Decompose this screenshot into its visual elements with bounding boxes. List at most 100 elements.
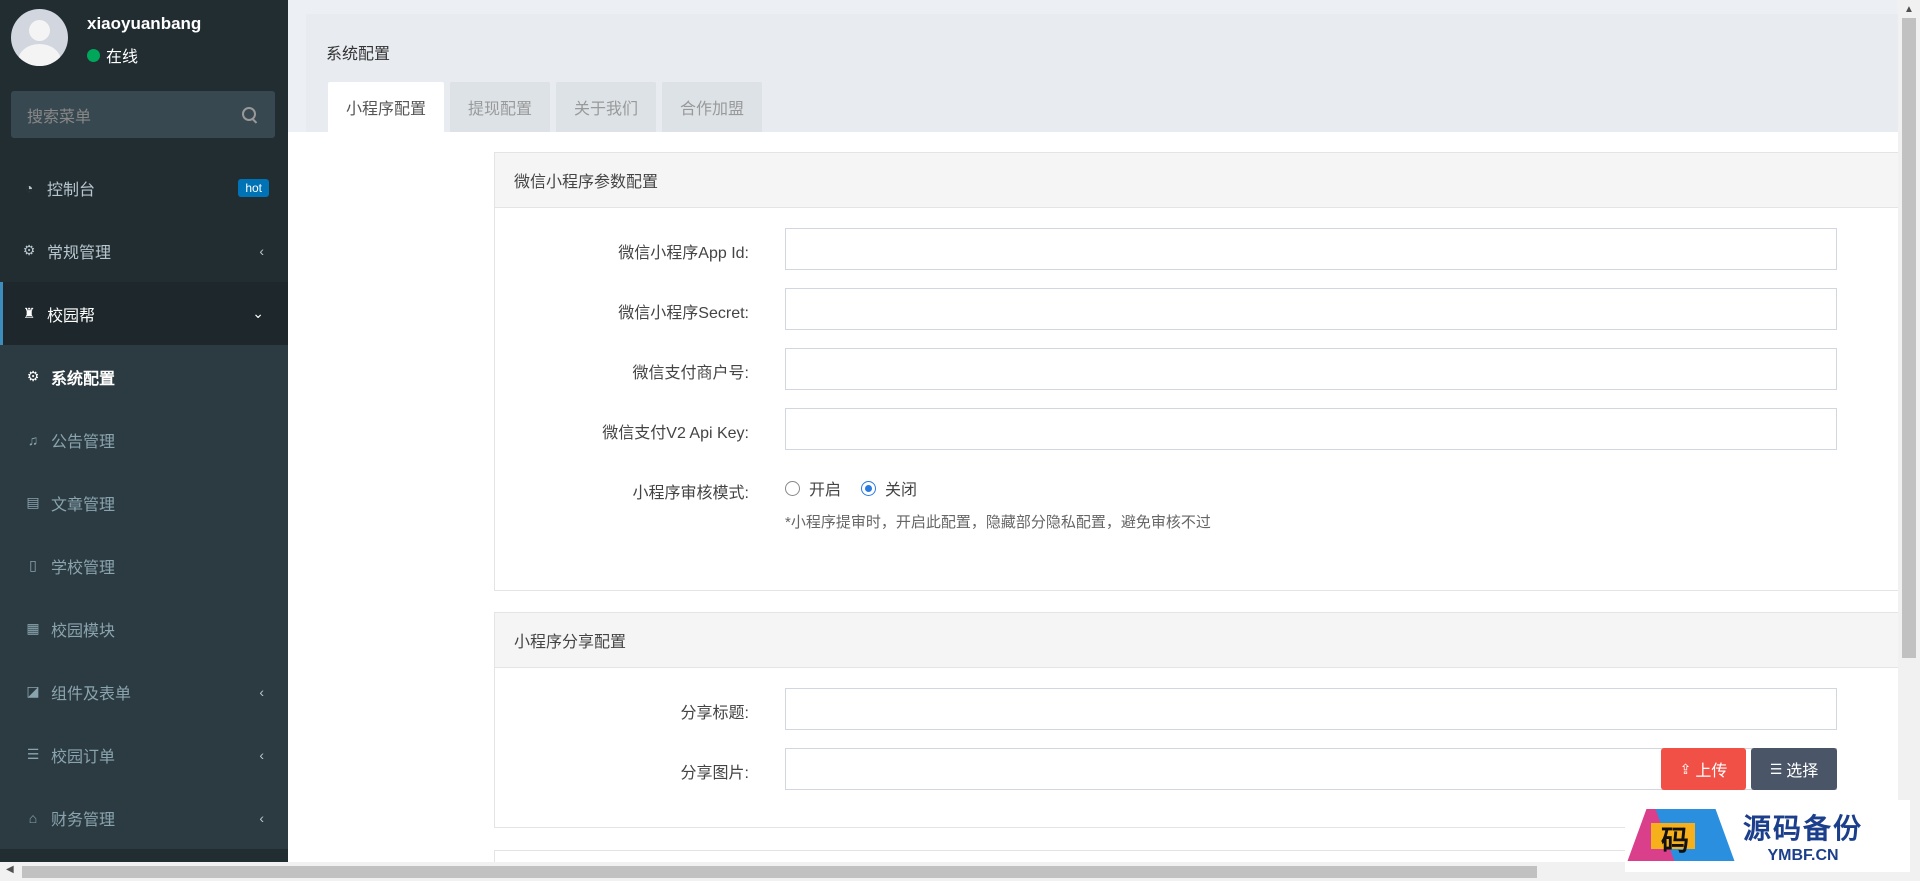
- cogs-icon: ⚙: [26, 368, 40, 384]
- sidebar-item-label: 组件及表单: [51, 685, 132, 703]
- tab-withdraw[interactable]: 提现配置: [450, 82, 551, 132]
- upload-button-label: 上传: [1695, 763, 1728, 780]
- form-row-secret: 微信小程序Secret:: [495, 288, 1915, 330]
- watermark-en: YMBF.CN: [1767, 847, 1839, 864]
- cogs-icon: ⚙: [22, 242, 36, 258]
- mch-id-input[interactable]: [785, 348, 1837, 390]
- sidebar-item-label: 学校管理: [51, 559, 116, 577]
- choose-button-label: 选择: [1786, 763, 1819, 780]
- config-tabs: 小程序配置 提现配置 关于我们 合作加盟: [328, 82, 763, 132]
- sidebar-item-label: 常规管理: [47, 244, 112, 262]
- list-icon: ☰: [1769, 760, 1783, 777]
- sidebar-item-label: 公告管理: [51, 433, 116, 451]
- sidebar-item-campus[interactable]: ♜ 校园帮 ⌄: [0, 282, 288, 345]
- hot-badge: hot: [238, 178, 269, 197]
- campus-icon: ♜: [22, 305, 36, 321]
- watermark-mark-icon: 码: [1625, 801, 1735, 871]
- share-title-label: 分享标题:: [680, 705, 749, 722]
- watermark-logo: 码 源码备份 YMBF.CN: [1625, 800, 1910, 872]
- sidebar-item-module[interactable]: ▦ 校园模块: [0, 597, 288, 660]
- dashboard-icon: ◔: [24, 179, 34, 196]
- audit-on-radio[interactable]: [785, 480, 800, 496]
- horizontal-scroll-thumb[interactable]: [22, 866, 1537, 878]
- sidebar-item-widgets[interactable]: ◪ 组件及表单 ‹: [0, 660, 288, 723]
- share-title-input[interactable]: [785, 688, 1837, 730]
- page-title: 系统配置: [326, 46, 391, 63]
- box-title: 微信小程序参数配置: [495, 153, 1913, 208]
- form-row-audit-mode: 小程序审核模式: 开启 关闭 *小程序提审时，开启此配置，隐藏部分隐私配置，避免…: [495, 468, 1915, 538]
- chevron-left-icon: ‹: [259, 242, 264, 259]
- sidebar-menu: ◔ 控制台 hot ⚙ 常规管理 ‹ ♜ 校园帮 ⌄ ⚙ 系统配置 ♫ 公告管理…: [0, 156, 288, 849]
- secret-input[interactable]: [785, 288, 1837, 330]
- sidebar-item-dashboard[interactable]: ◔ 控制台 hot: [0, 156, 288, 219]
- vertical-scrollbar[interactable]: ▲: [1898, 0, 1920, 862]
- building-icon: ▯: [29, 557, 37, 573]
- box-title: 小程序分享配置: [495, 613, 1913, 668]
- watermark-glyph: 码: [1661, 824, 1690, 857]
- vertical-scroll-thumb[interactable]: [1902, 18, 1916, 658]
- tab-about[interactable]: 关于我们: [556, 82, 657, 132]
- article-icon: ▤: [26, 494, 40, 510]
- list-icon: ☰: [26, 746, 40, 762]
- bank-icon: ⌂: [28, 809, 38, 826]
- form-row-share-image: 分享图片: ⇪ 上传 ☰ 选择: [495, 748, 1915, 790]
- audit-off-label[interactable]: 关闭: [885, 476, 917, 500]
- scroll-left-icon[interactable]: ◀: [6, 864, 14, 875]
- audit-help-text: *小程序提审时，开启此配置，隐藏部分隐私配置，避免审核不过: [785, 514, 1211, 531]
- chevron-down-icon: ⌄: [252, 305, 264, 321]
- wechat-config-box: 微信小程序参数配置 微信小程序App Id: 微信小程序Secret: 微信支付…: [494, 152, 1914, 591]
- audit-on-label[interactable]: 开启: [809, 476, 841, 500]
- online-dot-icon: [87, 48, 100, 62]
- sidebar-search-input[interactable]: 搜索菜单: [11, 91, 275, 138]
- sidebar-item-finance[interactable]: ⌂ 财务管理 ‹: [0, 786, 288, 849]
- sidebar-item-label: 校园订单: [51, 748, 116, 766]
- chevron-left-icon: ‹: [259, 809, 264, 826]
- campus-submenu: ⚙ 系统配置 ♫ 公告管理 ▤ 文章管理 ▯ 学校管理 ▦ 校园模块 ◪ 组件及…: [0, 345, 288, 849]
- tab-partner[interactable]: 合作加盟: [662, 82, 763, 132]
- share-config-box: 小程序分享配置 分享标题: 分享图片: ⇪ 上传 ☰ 选择: [494, 612, 1914, 828]
- choose-button[interactable]: ☰ 选择: [1751, 748, 1837, 790]
- audit-off-radio[interactable]: [861, 480, 877, 496]
- widget-icon: ◪: [26, 683, 40, 699]
- upload-button[interactable]: ⇪ 上传: [1661, 748, 1746, 790]
- form-row-share-title: 分享标题:: [495, 688, 1915, 730]
- sidebar-item-label: 文章管理: [51, 496, 116, 514]
- sidebar: xiaoyuanbang 在线 搜索菜单 ◔ 控制台 hot ⚙ 常规管理 ‹ …: [0, 0, 288, 862]
- sidebar-item-label: 财务管理: [51, 811, 116, 829]
- bell-icon: ♫: [27, 431, 39, 448]
- sidebar-item-orders[interactable]: ☰ 校园订单 ‹: [0, 723, 288, 786]
- app-id-input[interactable]: [785, 228, 1837, 270]
- online-status: 在线: [87, 43, 138, 67]
- status-text: 在线: [106, 49, 139, 66]
- username: xiaoyuanbang: [87, 14, 202, 33]
- sidebar-item-notice[interactable]: ♫ 公告管理: [0, 408, 288, 471]
- user-panel: xiaoyuanbang 在线: [0, 0, 288, 80]
- tab-miniprogram[interactable]: 小程序配置: [328, 82, 445, 132]
- secret-label: 微信小程序Secret:: [618, 305, 749, 322]
- app-id-label: 微信小程序App Id:: [618, 245, 749, 262]
- mch-id-label: 微信支付商户号:: [632, 365, 749, 382]
- audit-mode-label: 小程序审核模式:: [632, 485, 749, 502]
- chevron-left-icon: ‹: [259, 746, 264, 763]
- chevron-left-icon: ‹: [259, 683, 264, 700]
- sidebar-item-system-config[interactable]: ⚙ 系统配置: [0, 345, 288, 408]
- api-key-label: 微信支付V2 Api Key:: [602, 425, 749, 442]
- search-icon[interactable]: [241, 106, 259, 124]
- form-row-app-id: 微信小程序App Id:: [495, 228, 1915, 270]
- avatar[interactable]: [11, 9, 68, 66]
- watermark-cn: 源码备份: [1743, 812, 1864, 845]
- sidebar-item-general[interactable]: ⚙ 常规管理 ‹: [0, 219, 288, 282]
- sidebar-item-label: 校园模块: [51, 622, 116, 640]
- form-row-api-key: 微信支付V2 Api Key:: [495, 408, 1915, 450]
- scroll-up-icon[interactable]: ▲: [1904, 4, 1914, 15]
- search-placeholder: 搜索菜单: [27, 108, 92, 126]
- sidebar-item-article[interactable]: ▤ 文章管理: [0, 471, 288, 534]
- grid-icon: ▦: [26, 620, 40, 636]
- upload-icon: ⇪: [1679, 760, 1692, 777]
- share-image-label: 分享图片:: [680, 765, 749, 782]
- api-key-input[interactable]: [785, 408, 1837, 450]
- sidebar-item-school[interactable]: ▯ 学校管理: [0, 534, 288, 597]
- sidebar-item-label: 系统配置: [51, 370, 116, 388]
- form-row-mch-id: 微信支付商户号:: [495, 348, 1915, 390]
- audit-mode-radio-group: 开启 关闭: [785, 476, 937, 500]
